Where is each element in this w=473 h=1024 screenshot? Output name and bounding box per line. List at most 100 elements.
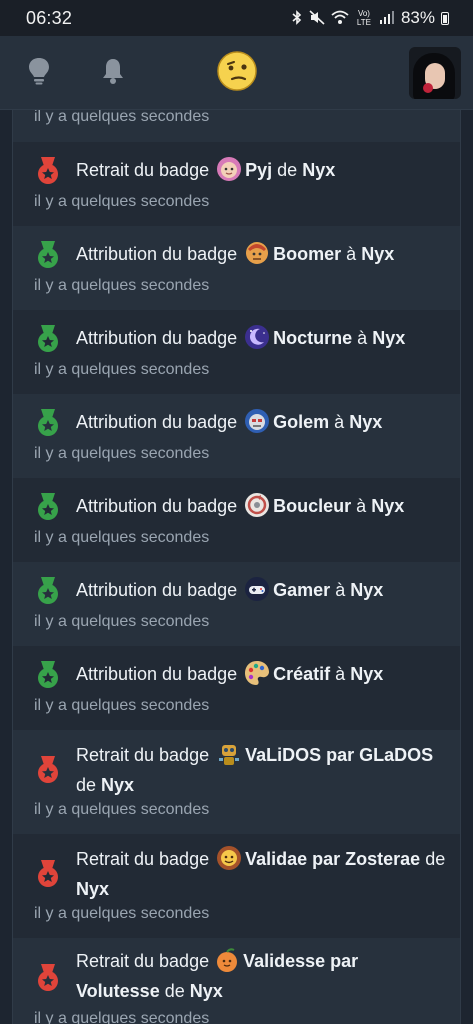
joiner-text: à — [334, 412, 345, 432]
badge-activity-feed: il y a quelques secondes Retrait du badg… — [12, 110, 461, 1024]
feed-message: Attribution du badge Gamer à Nyx — [76, 575, 448, 605]
badge-name[interactable]: Boomer — [273, 244, 341, 264]
medal-removed-icon — [37, 157, 59, 185]
list-item[interactable]: Retrait du badge Validesse par Volutesse… — [13, 938, 460, 1024]
app-header — [0, 36, 473, 110]
user-name[interactable]: Nyx — [190, 981, 223, 1001]
avatar — [409, 47, 461, 99]
feed-message: Attribution du badge Golem à Nyx — [76, 407, 448, 437]
action-text: Attribution du badge — [76, 580, 238, 600]
user-name[interactable]: Nyx — [349, 412, 382, 432]
timestamp: il y a quelques secondes — [34, 801, 210, 818]
user-name[interactable]: Nyx — [350, 664, 383, 684]
medal-granted-icon — [37, 661, 59, 689]
user-name[interactable]: Nyx — [371, 496, 404, 516]
user-name[interactable]: Nyx — [361, 244, 394, 264]
list-item[interactable]: Attribution du badge Golem à Nyx il y a … — [13, 394, 460, 478]
medal-granted-icon — [37, 325, 59, 353]
badge-name[interactable]: VaLiDOS par GLaDOS — [245, 745, 433, 765]
feed-message: Retrait du badge Validae par Zosterae de… — [76, 844, 448, 904]
medal-removed-icon — [37, 964, 59, 992]
joiner-text: de — [76, 775, 97, 795]
timestamp: il y a quelques secondes — [34, 1010, 210, 1024]
joiner-text: de — [164, 981, 185, 1001]
feed-message: Attribution du badge Nocturne à Nyx — [76, 323, 448, 353]
list-item[interactable]: Attribution du badge Boucleur à Nyx il y… — [13, 478, 460, 562]
user-name[interactable]: Nyx — [76, 879, 109, 899]
action-text: Retrait du badge — [76, 849, 210, 869]
badge-name[interactable]: Gamer — [273, 580, 330, 600]
feed-message: Retrait du badge VaLiDOS par GLaDOS de N… — [76, 740, 448, 800]
list-item[interactable]: Retrait du badge Pyj de Nyx il y a quelq… — [13, 142, 460, 226]
user-name[interactable]: Nyx — [372, 328, 405, 348]
action-text: Retrait du badge — [76, 745, 210, 765]
medal-removed-icon — [37, 860, 59, 888]
timestamp: il y a quelques secondes — [34, 193, 210, 210]
timestamp: il y a quelques secondes — [34, 277, 210, 294]
badge-name[interactable]: Pyj — [245, 160, 272, 180]
bell-icon — [101, 57, 125, 90]
peach-icon — [214, 947, 240, 973]
badge-name[interactable]: Nocturne — [273, 328, 352, 348]
lightbulb-icon — [28, 57, 50, 90]
robot-icon — [216, 741, 242, 767]
joiner-text: à — [335, 580, 346, 600]
gamepad-icon — [244, 576, 270, 602]
joiner-text: de — [425, 849, 446, 869]
feed-message: Retrait du badge Pyj de Nyx — [76, 155, 448, 185]
feed-message: Attribution du badge Créatif à Nyx — [76, 659, 448, 689]
action-text: Attribution du badge — [76, 244, 238, 264]
action-text: Attribution du badge — [76, 496, 238, 516]
status-time: 06:32 — [26, 7, 73, 28]
medal-granted-icon — [37, 409, 59, 437]
feed-message: Attribution du badge Boomer à Nyx — [76, 239, 448, 269]
golem-icon — [244, 408, 270, 434]
loop-icon — [244, 492, 270, 518]
action-text: Attribution du badge — [76, 664, 238, 684]
palette-icon — [244, 660, 270, 686]
joiner-text: de — [277, 160, 298, 180]
medal-granted-icon — [37, 493, 59, 521]
list-item[interactable]: Attribution du badge Créatif à Nyx il y … — [13, 646, 460, 730]
timestamp: il y a quelques secondes — [34, 361, 210, 378]
action-text: Retrait du badge — [76, 160, 210, 180]
joiner-text: à — [356, 496, 367, 516]
signal-icon — [379, 10, 395, 26]
medal-removed-icon — [37, 756, 59, 784]
list-item[interactable]: Attribution du badge Nocturne à Nyx il y… — [13, 310, 460, 394]
emoji-button[interactable] — [215, 36, 259, 110]
boomer-icon — [244, 240, 270, 266]
feed-message: Retrait du badge Validesse par Volutesse… — [76, 946, 422, 1006]
lightbulb-button[interactable] — [22, 36, 56, 110]
avatar-button[interactable] — [409, 36, 461, 110]
notifications-button[interactable] — [96, 36, 130, 110]
badge-name[interactable]: Boucleur — [273, 496, 351, 516]
timestamp: il y a quelques secondes — [34, 445, 210, 462]
status-indicators: Vo) LTE 83% — [291, 8, 449, 28]
action-text: Retrait du badge — [76, 951, 210, 971]
user-name[interactable]: Nyx — [101, 775, 134, 795]
action-text: Attribution du badge — [76, 328, 238, 348]
list-item[interactable]: Attribution du badge Gamer à Nyx il y a … — [13, 562, 460, 646]
list-item[interactable]: Retrait du badge Validae par Zosterae de… — [13, 834, 460, 938]
bluetooth-icon — [291, 9, 303, 27]
timestamp: il y a quelques secondes — [34, 529, 210, 546]
moon-icon — [244, 324, 270, 350]
badge-name[interactable]: Créatif — [273, 664, 330, 684]
status-bar: 06:32 Vo) LTE 83% — [0, 0, 473, 36]
badge-name[interactable]: Validae par Zosterae — [245, 849, 420, 869]
joiner-text: à — [346, 244, 357, 264]
badge-name[interactable]: Golem — [273, 412, 329, 432]
timestamp: il y a quelques secondes — [34, 697, 210, 714]
list-item[interactable]: Retrait du badge VaLiDOS par GLaDOS de N… — [13, 730, 460, 834]
mute-icon — [309, 9, 325, 27]
timestamp: il y a quelques secondes — [34, 613, 210, 630]
user-name[interactable]: Nyx — [302, 160, 335, 180]
user-name[interactable]: Nyx — [350, 580, 383, 600]
list-item: il y a quelques secondes — [13, 110, 460, 142]
action-text: Attribution du badge — [76, 412, 238, 432]
baby-face-icon — [216, 156, 242, 182]
list-item[interactable]: Attribution du badge Boomer à Nyx il y a… — [13, 226, 460, 310]
joiner-text: à — [357, 328, 368, 348]
network-label: Vo) LTE — [356, 9, 371, 27]
